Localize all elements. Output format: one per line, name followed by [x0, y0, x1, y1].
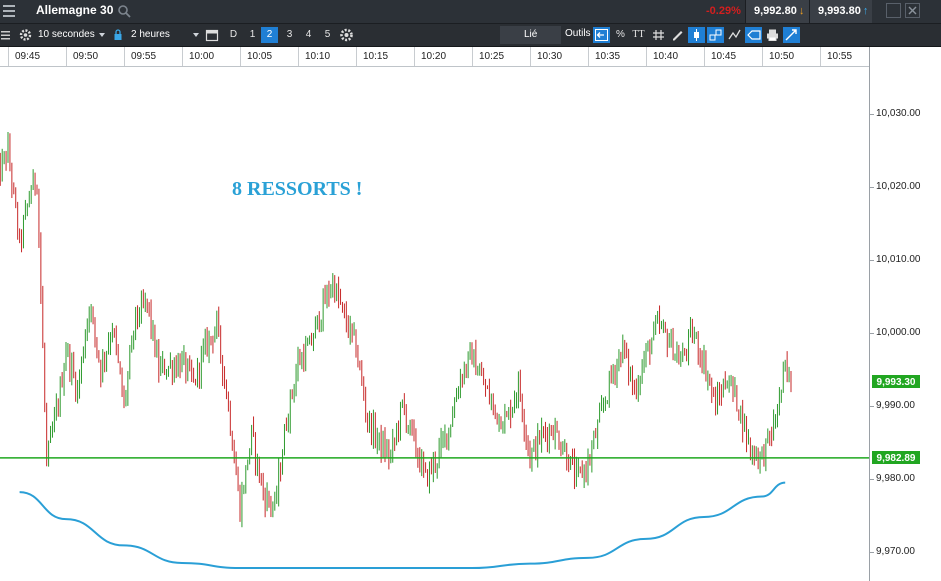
title-bar: Allemagne 30 -0.29% 9,992.80 ↓ 9,993.80 ↑	[0, 0, 941, 24]
chart-type-icon[interactable]	[707, 27, 724, 43]
time-tick-label: 10:25	[472, 47, 530, 66]
curve-series-line	[19, 481, 786, 570]
time-tick-label: 09:50	[66, 47, 124, 66]
hamburger-menu-icon[interactable]	[3, 5, 15, 17]
layout-3-button[interactable]: 3	[281, 27, 298, 43]
change-percent: -0.29%	[706, 5, 741, 17]
sell-price-button[interactable]: 9,992.80 ↓	[745, 0, 809, 23]
time-tick-label: 09:45	[8, 47, 66, 66]
indicator-icon[interactable]	[726, 27, 743, 43]
percent-button[interactable]: %	[612, 27, 629, 43]
time-tick-label: 10:30	[530, 47, 588, 66]
price-tick-label: 9,980.00	[876, 473, 915, 484]
detach-window-icon[interactable]	[886, 3, 901, 18]
chart-toolbar: 10 secondes 2 heures D 1 2 3 4 5 Lié Out…	[0, 24, 941, 47]
price-tick-label: 10,010.00	[876, 254, 921, 265]
time-tick-label: 10:05	[240, 47, 298, 66]
layout-4-button[interactable]: 4	[300, 27, 317, 43]
label-tag-icon[interactable]	[745, 27, 762, 43]
time-tick-label: 09:55	[124, 47, 182, 66]
print-icon[interactable]	[764, 27, 781, 43]
price-tick-label: 10,000.00	[876, 327, 921, 338]
grid-icon[interactable]	[650, 27, 667, 43]
last-price-badge: 9,993.30	[871, 373, 921, 389]
time-tick-label: 10:35	[588, 47, 646, 66]
range-caret-icon[interactable]	[193, 33, 199, 37]
price-tick-mark	[870, 260, 874, 261]
price-tick-mark	[870, 187, 874, 188]
pencil-icon[interactable]	[669, 27, 686, 43]
close-window-icon[interactable]	[905, 3, 920, 18]
list-icon[interactable]	[0, 27, 12, 43]
price-tick-mark	[870, 406, 874, 407]
tools-label[interactable]: Outils	[565, 28, 591, 39]
chart-annotation: 8 RESSORTS !	[232, 178, 363, 200]
candlestick-icon[interactable]	[688, 27, 705, 43]
interval-select[interactable]: 10 secondes	[38, 29, 95, 40]
price-axis[interactable]: 10,030.00 10,020.00 10,010.00 10,000.00 9,99…	[869, 47, 941, 581]
text-tool-button[interactable]: TT	[630, 27, 647, 43]
time-tick-label: 10:00	[182, 47, 240, 66]
layout-2-button[interactable]: 2	[261, 27, 278, 43]
layout-5-button[interactable]: 5	[319, 27, 336, 43]
price-tick-label: 9,990.00	[876, 400, 915, 411]
range-select[interactable]: 2 heures	[131, 29, 170, 40]
price-tick-mark	[870, 114, 874, 115]
time-tick-label: 10:40	[646, 47, 704, 66]
layout-1-button[interactable]: 1	[244, 27, 261, 43]
lock-icon[interactable]	[113, 27, 123, 43]
buy-price: 9,993.80	[818, 5, 861, 17]
day-button[interactable]: D	[225, 27, 242, 43]
price-tick-mark	[870, 552, 874, 553]
price-tick-mark	[870, 479, 874, 480]
instrument-title: Allemagne 30	[36, 3, 114, 17]
price-up-arrow-icon: ↑	[862, 5, 869, 17]
drawing-tools-icon[interactable]	[783, 27, 800, 43]
settings-gear-icon[interactable]	[17, 27, 34, 43]
calendar-icon[interactable]	[205, 27, 219, 43]
time-tick-label: 10:10	[298, 47, 356, 66]
time-tick-label: 10:15	[356, 47, 414, 66]
chart-settings-gear-icon[interactable]	[338, 27, 355, 43]
interval-caret-icon[interactable]	[99, 33, 105, 37]
sell-price: 9,992.80	[754, 5, 797, 17]
time-tick-label: 10:45	[704, 47, 762, 66]
support-level-badge: 9,982.89	[871, 449, 921, 465]
back-arrow-icon[interactable]	[593, 27, 610, 43]
price-tick-label: 10,030.00	[876, 108, 921, 119]
buy-price-button[interactable]: 9,993.80 ↑	[809, 0, 872, 23]
linked-toggle[interactable]: Lié	[500, 26, 561, 44]
time-axis: 09:45 09:50 09:55 10:00 10:05 10:10 10:15 10:20…	[0, 47, 869, 67]
search-icon[interactable]	[117, 4, 131, 18]
linked-label: Lié	[524, 29, 538, 40]
price-down-arrow-icon: ↓	[798, 5, 805, 17]
time-tick-label: 10:20	[414, 47, 472, 66]
price-tick-label: 10,020.00	[876, 181, 921, 192]
price-tick-mark	[870, 333, 874, 334]
price-tick-label: 9,970.00	[876, 546, 915, 557]
price-chart[interactable]	[0, 67, 869, 581]
time-tick-label: 10:50	[762, 47, 820, 66]
